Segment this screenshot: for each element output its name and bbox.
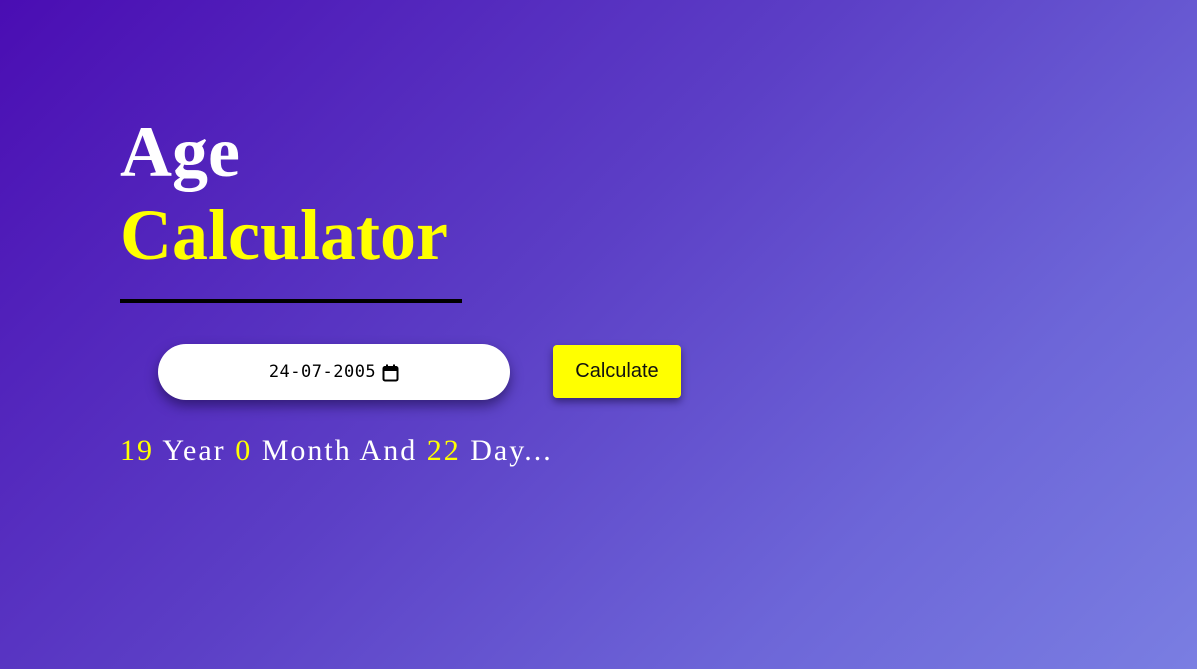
page-title: Age Calculator	[120, 112, 448, 278]
calculate-button[interactable]: Calculate	[553, 345, 681, 398]
result-month-label: Month And	[261, 434, 418, 467]
date-value[interactable]: 24-07-2005	[269, 362, 376, 382]
result-day-label: Day...	[470, 434, 553, 467]
result-months: 0	[235, 434, 253, 467]
title-calculator: Calculator	[120, 195, 448, 275]
birth-date-input[interactable]: 24-07-2005	[158, 344, 510, 400]
age-result: 19 Year 0 Month And 22 Day...	[120, 434, 553, 468]
result-days: 22	[426, 434, 461, 467]
result-year-label: Year	[162, 434, 226, 467]
title-underline	[120, 299, 462, 303]
title-age: Age	[120, 112, 240, 192]
result-years: 19	[120, 434, 154, 467]
calendar-icon[interactable]	[382, 364, 399, 382]
